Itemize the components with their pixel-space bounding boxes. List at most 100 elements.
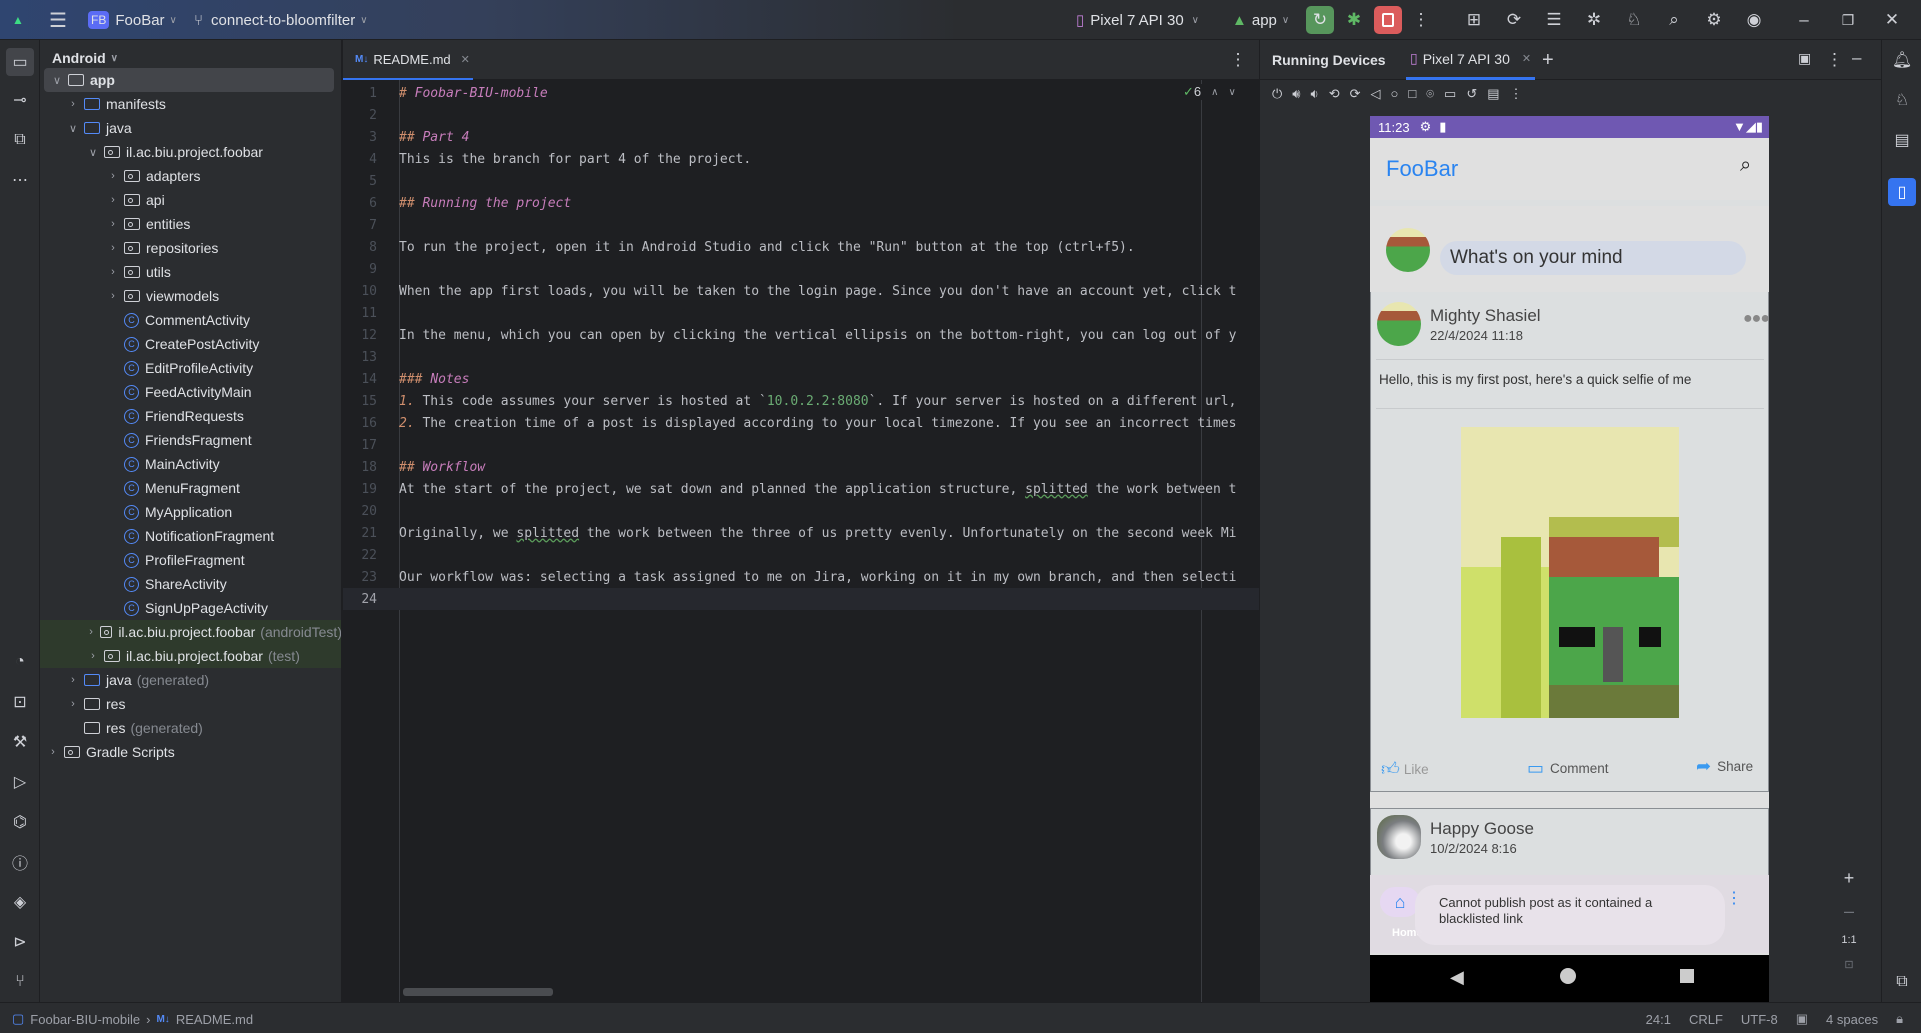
code-line[interactable]: 7	[343, 214, 1259, 236]
comment-button[interactable]: ▭ Comment	[1527, 758, 1609, 779]
back-icon[interactable]: ◁	[1371, 86, 1381, 110]
app-inspection-icon[interactable]: ⊡	[8, 690, 32, 714]
tree-item[interactable]: C SignUpPageActivity	[40, 596, 341, 620]
code-line[interactable]: 2	[343, 104, 1259, 126]
code-line[interactable]: 13	[343, 346, 1259, 368]
hide-panel-icon[interactable]: –	[1852, 48, 1861, 68]
options-icon[interactable]: ⋮	[1826, 50, 1843, 70]
tree-item[interactable]: › res	[40, 692, 341, 716]
problems-icon[interactable]: ⓘ	[8, 850, 32, 874]
code-line[interactable]: 24	[343, 588, 1259, 610]
add-device-icon[interactable]: +	[1542, 49, 1554, 72]
tree-item[interactable]: › repositories	[40, 236, 341, 260]
build-icon[interactable]: ⚒	[8, 730, 32, 754]
tree-item[interactable]: C MenuFragment	[40, 476, 341, 500]
tab-readme[interactable]: M↓ README.md ✕	[343, 40, 473, 80]
post-options-icon[interactable]: ●●●	[1743, 310, 1769, 328]
commit-tool-icon[interactable]: ⊸	[8, 88, 32, 112]
code-line[interactable]: 4 This is the branch for part 4 of the pr…	[343, 148, 1259, 170]
close-tab-icon[interactable]: ✕	[461, 53, 470, 66]
stop-button[interactable]	[1374, 6, 1402, 34]
code-line[interactable]: 16 2. The creation time of a post is disp…	[343, 412, 1259, 434]
code-line[interactable]: 10 When the app first loads, you will be …	[343, 280, 1259, 302]
code-line[interactable]: 3 ## Part 4	[343, 126, 1259, 148]
chevron-right-icon[interactable]: ›	[106, 266, 120, 278]
settings-icon[interactable]: ⚙	[1702, 0, 1726, 40]
code-line[interactable]: 23 Our workflow was: selecting a task ass…	[343, 566, 1259, 588]
zoom-actual-button[interactable]: 1:1	[1841, 934, 1856, 946]
tree-item[interactable]: › Gradle Scripts	[40, 740, 341, 764]
chevron-right-icon[interactable]: ›	[66, 674, 80, 686]
code-line[interactable]: 11	[343, 302, 1259, 324]
code-line[interactable]: 8 To run the project, open it in Android …	[343, 236, 1259, 258]
chevron-right-icon[interactable]: ›	[106, 242, 120, 254]
notifications-icon[interactable]: 🔔︎	[1890, 48, 1914, 72]
code-line[interactable]: 9	[343, 258, 1259, 280]
logcat-tool-icon[interactable]: ⌬	[8, 810, 32, 834]
device-file-explorer-icon[interactable]: ▤	[1890, 128, 1914, 152]
caret-position[interactable]: 24:1	[1646, 1012, 1671, 1027]
more-actions-icon[interactable]: ⋮	[1413, 0, 1430, 40]
project-selector[interactable]: FB FooBar ∨	[88, 0, 177, 40]
tree-item[interactable]: › il.ac.biu.project.foobar (test)	[40, 644, 341, 668]
device-tab[interactable]: ▯ Pixel 7 API 30 ✕	[1406, 40, 1536, 80]
restore-button[interactable]: ❐	[1836, 0, 1860, 40]
rotate-right-icon[interactable]: ⟳	[1350, 86, 1361, 110]
device-manager-icon[interactable]: ⊞	[1462, 0, 1486, 40]
code-line[interactable]: 20	[343, 500, 1259, 522]
code-line[interactable]: 5	[343, 170, 1259, 192]
recents-button[interactable]	[1680, 969, 1694, 983]
post-author[interactable]: Mighty Shasiel	[1430, 306, 1541, 326]
quality-icon[interactable]: ◈	[8, 890, 32, 914]
tree-item[interactable]: C FriendsFragment	[40, 428, 341, 452]
lock-icon[interactable]: 🔒︎	[1896, 1011, 1903, 1027]
close-window-button[interactable]: ✕	[1880, 0, 1904, 40]
breadcrumb-file[interactable]: README.md	[176, 1012, 253, 1027]
code-line[interactable]: 14 ### Notes	[343, 368, 1259, 390]
chevron-right-icon[interactable]: ›	[46, 746, 60, 758]
post-author[interactable]: Happy Goose	[1430, 819, 1534, 839]
screenshot-icon[interactable]: ⌾	[1426, 86, 1434, 110]
indent-setting[interactable]: 4 spaces	[1826, 1012, 1878, 1027]
search-icon[interactable]: ⌕	[1662, 0, 1686, 40]
main-menu-icon[interactable]: ☰	[46, 0, 70, 40]
tree-item[interactable]: › adapters	[40, 164, 341, 188]
tree-item[interactable]: › java (generated)	[40, 668, 341, 692]
chevron-right-icon[interactable]: ›	[86, 626, 96, 638]
tree-item[interactable]: C CommentActivity	[40, 308, 341, 332]
terminal-icon[interactable]: ⊳	[8, 930, 32, 954]
chevron-right-icon[interactable]: ›	[106, 218, 120, 230]
tree-item[interactable]: › utils	[40, 260, 341, 284]
tree-item[interactable]: C FeedActivityMain	[40, 380, 341, 404]
chevron-down-icon[interactable]: ∨	[86, 146, 100, 159]
code-line[interactable]: 17	[343, 434, 1259, 456]
tree-item[interactable]: ∨ app	[44, 68, 334, 92]
tree-item[interactable]: ∨ il.ac.biu.project.foobar	[40, 140, 341, 164]
rotate-left-icon[interactable]: ⟲	[1329, 86, 1340, 110]
tree-item[interactable]: C EditProfileActivity	[40, 356, 341, 380]
tree-item[interactable]: › manifests	[40, 92, 341, 116]
code-line[interactable]: 19 At the start of the project, we sat do…	[343, 478, 1259, 500]
tree-item[interactable]: › api	[40, 188, 341, 212]
minimize-button[interactable]: –	[1792, 0, 1816, 40]
chevron-right-icon[interactable]: ›	[106, 290, 120, 302]
device-selector[interactable]: ▯ Pixel 7 API 30 ∨	[1076, 0, 1199, 40]
chevron-right-icon[interactable]: ›	[86, 650, 100, 662]
line-separator[interactable]: CRLF	[1689, 1012, 1723, 1027]
more-tools-icon[interactable]: ⋯	[8, 168, 32, 192]
tree-item[interactable]: res (generated)	[40, 716, 341, 740]
debug-icon[interactable]: ✱	[1344, 0, 1364, 40]
tree-item[interactable]: ∨ java	[40, 116, 341, 140]
tree-item[interactable]: › il.ac.biu.project.foobar (androidTest)	[40, 620, 341, 644]
project-view-selector[interactable]: Android ∨	[52, 50, 118, 66]
apply-changes-button[interactable]: ↻	[1306, 6, 1334, 34]
project-tool-icon[interactable]: ▭	[6, 48, 34, 76]
reset-icon[interactable]: ↺	[1466, 86, 1477, 110]
home-button[interactable]	[1560, 968, 1576, 984]
run-config-selector[interactable]: ▲ app ∨	[1232, 0, 1289, 40]
tree-item[interactable]: › entities	[40, 212, 341, 236]
tree-item[interactable]: C ProfileFragment	[40, 548, 341, 572]
fit-screen-icon[interactable]: ⊡	[1844, 958, 1853, 971]
gradle-sync-icon[interactable]: ♘	[1622, 0, 1646, 40]
record-icon[interactable]: ▭	[1444, 86, 1456, 110]
